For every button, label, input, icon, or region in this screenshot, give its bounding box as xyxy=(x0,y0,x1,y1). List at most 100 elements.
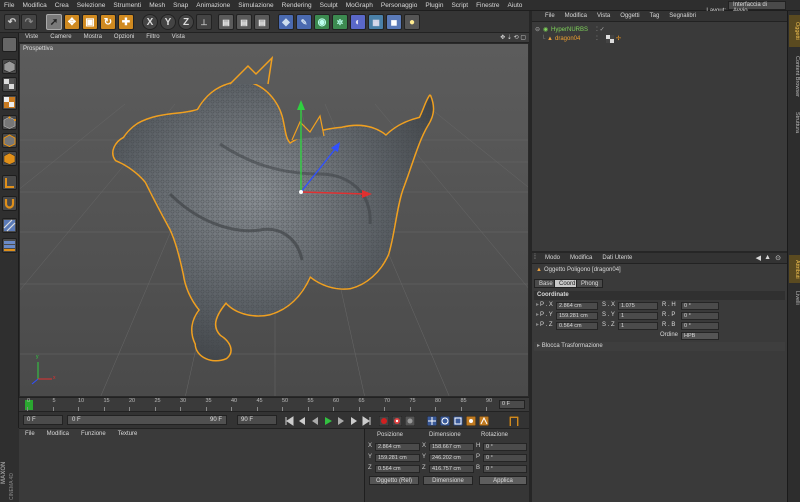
workplane-button[interactable] xyxy=(2,95,17,110)
coord-system-button[interactable]: ⊥ xyxy=(196,14,212,30)
coord-rot-p-field[interactable]: 0 ° xyxy=(483,454,527,462)
menu-script[interactable]: Script xyxy=(447,0,472,9)
viewport-perspective[interactable]: Prospettiva y x xyxy=(19,43,529,397)
max-frame-field[interactable]: 90 F xyxy=(237,415,277,425)
om-menu-vista[interactable]: Vista xyxy=(592,11,615,19)
edges-mode-button[interactable] xyxy=(2,133,17,148)
up-arrow-icon[interactable]: ▲ xyxy=(764,254,771,261)
om-menu-segnalibri[interactable]: Segnalibri xyxy=(664,11,701,19)
vp-menu-opzioni[interactable]: Opzioni xyxy=(108,33,140,40)
attr-rot-h-field[interactable]: 0 ° xyxy=(681,302,719,310)
prev-key-icon[interactable] xyxy=(297,416,307,426)
axis-z-button[interactable]: Z xyxy=(178,14,194,30)
object-name[interactable]: HyperNURBS xyxy=(551,26,588,35)
apply-button[interactable]: Applica xyxy=(479,476,527,485)
menu-mesh[interactable]: Mesh xyxy=(145,0,169,9)
side-tab-struttura[interactable]: Struttura xyxy=(789,105,800,141)
side-tab-oggetti[interactable]: Oggetti xyxy=(789,15,800,47)
menu-mograph[interactable]: MoGraph xyxy=(342,0,377,9)
menu-snap[interactable]: Snap xyxy=(169,0,192,9)
order-select[interactable]: HPB xyxy=(681,332,719,340)
menu-simulazione[interactable]: Simulazione xyxy=(234,0,277,9)
section-freeze-transform[interactable]: ▸ Blocca Trasformazione xyxy=(534,342,785,351)
coord-size-x-field[interactable]: 158.667 cm xyxy=(429,443,474,451)
collapse-icon[interactable]: ⊖ xyxy=(535,26,540,35)
mat-menu-modifica[interactable]: Modifica xyxy=(41,429,75,437)
object-row-dragon04[interactable]: └ ▲ dragon04 ⁚ ✢ xyxy=(532,35,787,44)
om-menu-tag[interactable]: Tag xyxy=(645,11,665,19)
polygons-mode-button[interactable] xyxy=(2,151,17,166)
coord-pos-x-field[interactable]: 2.864 cm xyxy=(375,443,420,451)
menu-file[interactable]: File xyxy=(0,0,18,9)
menu-plugin[interactable]: Plugin xyxy=(421,0,447,9)
viewport-nav-icons[interactable]: ✥ ⇣ ⟲ ▢ xyxy=(500,34,526,41)
camera-button[interactable]: ◼ xyxy=(386,14,402,30)
menu-finestre[interactable]: Finestre xyxy=(472,0,503,9)
planar-workplane-button[interactable] xyxy=(2,238,17,253)
prev-frame-icon[interactable] xyxy=(310,416,320,426)
axis-mode-button[interactable] xyxy=(2,175,17,190)
record-key-icon[interactable] xyxy=(379,416,389,426)
am-menu-modifica[interactable]: Modifica xyxy=(565,253,597,261)
current-frame-field[interactable]: 0 F xyxy=(23,415,63,425)
recent-tool-button[interactable]: ✚ xyxy=(118,14,134,30)
deformer-button[interactable]: ◐ xyxy=(350,14,366,30)
workplane-lock-button[interactable] xyxy=(2,218,17,233)
select-tool-button[interactable]: ➚ xyxy=(46,14,62,30)
attr-rot-p-field[interactable]: 0 ° xyxy=(681,312,719,320)
menu-personaggio[interactable]: Personaggio xyxy=(377,0,422,9)
mat-menu-file[interactable]: File xyxy=(19,429,41,437)
goto-start-icon[interactable] xyxy=(284,416,294,426)
render-picture-viewer-button[interactable]: ▤ xyxy=(236,14,252,30)
attr-pos-x-field[interactable]: 2.864 cm xyxy=(556,302,598,310)
menu-rendering[interactable]: Rendering xyxy=(278,0,316,9)
vp-menu-camere[interactable]: Camere xyxy=(44,33,77,40)
om-menu-file[interactable]: File xyxy=(540,11,560,19)
om-menu-modifica[interactable]: Modifica xyxy=(560,11,592,19)
mat-menu-texture[interactable]: Texture xyxy=(112,429,144,437)
axis-x-button[interactable]: X xyxy=(142,14,158,30)
om-menu-oggetti[interactable]: Oggetti xyxy=(615,11,644,19)
key-selection-icon[interactable] xyxy=(405,416,415,426)
frame-range-slider[interactable]: 0 F 90 F xyxy=(67,415,227,425)
light-button[interactable]: ● xyxy=(404,14,420,30)
phong-tag-icon[interactable] xyxy=(606,35,614,47)
side-tab-content-browser[interactable]: Content Browser xyxy=(789,51,800,101)
visibility-dots-icon[interactable]: ⁚ xyxy=(596,35,598,44)
render-view-button[interactable]: ▤ xyxy=(218,14,234,30)
object-row-hypernurbs[interactable]: ⊖ ◉ HyperNURBS ⁚ ✓ xyxy=(532,26,787,35)
coord-size-z-field[interactable]: 416.757 cm xyxy=(429,465,474,473)
model-mode-button[interactable] xyxy=(2,59,17,74)
attr-pos-y-field[interactable]: 159.281 cm xyxy=(556,312,598,320)
key-pla-icon[interactable] xyxy=(479,416,489,426)
next-frame-icon[interactable] xyxy=(336,416,346,426)
attr-scale-x-field[interactable]: 1.075 xyxy=(618,302,658,310)
mat-menu-funzione[interactable]: Funzione xyxy=(75,429,112,437)
axis-y-button[interactable]: Y xyxy=(160,14,176,30)
vp-menu-filtro[interactable]: Filtro xyxy=(140,33,165,40)
menu-selezione[interactable]: Selezione xyxy=(73,0,110,9)
coord-size-y-field[interactable]: 246.202 cm xyxy=(429,454,474,462)
am-menu-dati-utente[interactable]: Dati Utente xyxy=(597,253,637,261)
vp-menu-viste[interactable]: Viste xyxy=(19,33,44,40)
texture-mode-button[interactable] xyxy=(2,77,17,92)
timeline-end-field[interactable]: 0 F xyxy=(499,400,525,409)
pen-spline-button[interactable]: ✎ xyxy=(296,14,312,30)
array-button[interactable]: ✲ xyxy=(332,14,348,30)
menu-sculpt[interactable]: Sculpt xyxy=(316,0,342,9)
am-menu-modo[interactable]: Modo xyxy=(540,253,565,261)
layout-select[interactable]: Interfaccia di Avvio xyxy=(728,1,786,14)
side-tab-livelli[interactable]: Livelli xyxy=(789,287,800,309)
play-icon[interactable] xyxy=(323,416,333,426)
rotate-tool-button[interactable]: ↻ xyxy=(100,14,116,30)
menu-strumenti[interactable]: Strumenti xyxy=(109,0,145,9)
coord-mode-select[interactable]: Oggetto (Rel) xyxy=(369,476,419,485)
attr-pos-z-field[interactable]: 0.564 cm xyxy=(556,322,598,330)
tab-phong[interactable]: Phong xyxy=(576,279,604,288)
key-scale-icon[interactable] xyxy=(453,416,463,426)
menu-modifica[interactable]: Modifica xyxy=(18,0,50,9)
cube-object-button[interactable]: ◆ xyxy=(278,14,294,30)
menu-aiuto[interactable]: Aiuto xyxy=(504,0,527,9)
next-key-icon[interactable] xyxy=(349,416,359,426)
move-tool-button[interactable]: ✥ xyxy=(64,14,80,30)
